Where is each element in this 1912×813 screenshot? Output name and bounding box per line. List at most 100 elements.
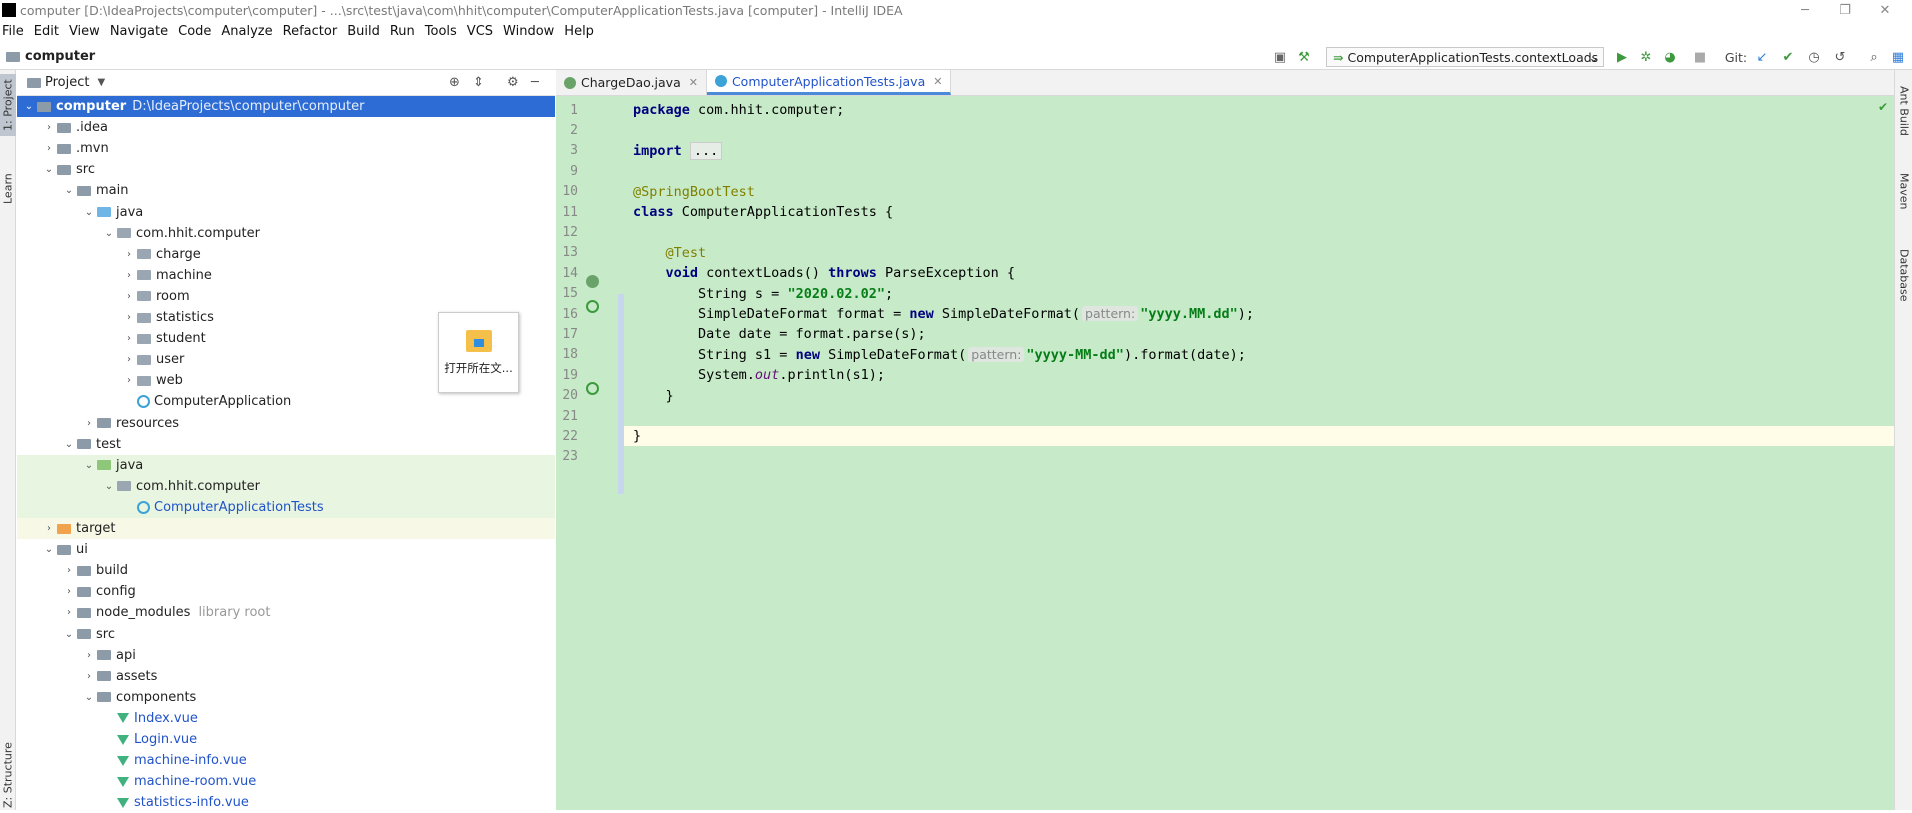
tree-item[interactable]: ⌄ computer D:\IdeaProjects\computer\comput… (17, 96, 555, 117)
tree-item[interactable]: › room (17, 286, 555, 307)
git-rollback-icon[interactable]: ↺ (1832, 49, 1848, 65)
chevron-right-icon[interactable]: › (61, 607, 77, 618)
chevron-down-icon[interactable]: ⌄ (101, 228, 117, 239)
close-icon[interactable]: ✕ (1865, 0, 1905, 20)
menu-file[interactable]: File (2, 24, 24, 39)
project-structure-icon[interactable]: ▣ (1272, 49, 1288, 65)
code-line[interactable]: 9 (556, 161, 1894, 181)
menu-tools[interactable]: Tools (425, 24, 457, 39)
chevron-right-icon[interactable]: › (81, 418, 97, 429)
restore-icon[interactable]: ❐ (1825, 0, 1865, 20)
code-line[interactable]: 13 @Test (556, 243, 1894, 263)
run-with-coverage-icon[interactable]: ◕ (1662, 49, 1678, 65)
close-tab-icon[interactable]: ✕ (689, 76, 698, 89)
chevron-down-icon[interactable]: ⌄ (41, 544, 57, 555)
tab-structure[interactable]: Z: Structure (0, 740, 16, 810)
chevron-right-icon[interactable]: › (41, 523, 57, 534)
git-update-icon[interactable]: ↙ (1754, 49, 1770, 65)
editor-tab[interactable]: ComputerApplicationTests.java ✕ (706, 70, 952, 95)
tab-project[interactable]: 1: Project (0, 74, 16, 136)
locate-icon[interactable]: ⊕ (449, 75, 460, 90)
tree-item[interactable]: ⌄ com.hhit.computer (17, 223, 555, 244)
chevron-right-icon[interactable]: › (41, 122, 57, 133)
menu-analyze[interactable]: Analyze (221, 24, 272, 39)
tab-maven[interactable]: Maven (1896, 166, 1912, 216)
chevron-down-icon[interactable]: ⌄ (21, 101, 37, 112)
tree-item[interactable]: ⌄ java (17, 454, 555, 476)
tab-database[interactable]: Database (1896, 240, 1912, 310)
chevron-down-icon[interactable]: ⌄ (61, 439, 77, 450)
chevron-right-icon[interactable]: › (81, 650, 97, 661)
menu-help[interactable]: Help (564, 24, 594, 39)
chevron-right-icon[interactable]: › (121, 291, 137, 302)
menu-navigate[interactable]: Navigate (110, 24, 168, 39)
code-line[interactable]: 1 package com.hhit.computer; (556, 100, 1894, 120)
chevron-right-icon[interactable]: › (41, 143, 57, 154)
code-line[interactable]: 17 Date date = format.parse(s); (556, 324, 1894, 344)
code-line[interactable]: 10 @SpringBootTest (556, 182, 1894, 202)
code-line[interactable]: 12 (556, 222, 1894, 242)
code-line[interactable]: 3 import ... (556, 141, 1894, 161)
code-line[interactable]: 2 (556, 120, 1894, 140)
tree-item[interactable]: › .mvn (17, 138, 555, 159)
run-test-class-icon[interactable] (586, 300, 599, 313)
tree-item[interactable]: › build (17, 560, 555, 581)
editor-tab[interactable]: ChargeDao.java ✕ (556, 70, 707, 95)
code-line[interactable]: 14 void contextLoads() throws ParseExcep… (556, 263, 1894, 283)
tree-item[interactable]: › charge (17, 244, 555, 265)
code-line[interactable]: 20 } (556, 386, 1894, 406)
menu-view[interactable]: View (69, 24, 100, 39)
tree-item[interactable]: › node_modules library root (17, 602, 555, 623)
tree-item[interactable]: › assets (17, 666, 555, 687)
search-icon[interactable]: ⌕ (1866, 49, 1882, 65)
tree-item[interactable]: › api (17, 645, 555, 666)
stop-icon[interactable]: ■ (1692, 49, 1708, 65)
tree-item[interactable]: › config (17, 581, 555, 602)
menu-refactor[interactable]: Refactor (283, 24, 338, 39)
chevron-right-icon[interactable]: › (121, 249, 137, 260)
tree-item[interactable]: ⌄ com.hhit.computer (17, 475, 555, 497)
tab-learn[interactable]: Learn (0, 166, 16, 212)
chevron-right-icon[interactable]: › (61, 586, 77, 597)
hide-icon[interactable]: ─ (531, 75, 539, 90)
tree-item[interactable]: ⌄ test (17, 434, 555, 455)
build-hammer-icon[interactable]: ⚒ (1296, 49, 1312, 65)
minimize-icon[interactable]: ─ (1785, 0, 1825, 20)
menu-vcs[interactable]: VCS (467, 24, 493, 39)
open-folder-popup[interactable]: 打开所在文... (438, 312, 519, 393)
code-line[interactable]: 18 String s1 = new SimpleDateFormat(patt… (556, 345, 1894, 365)
menu-edit[interactable]: Edit (34, 24, 59, 39)
chevron-right-icon[interactable]: › (81, 671, 97, 682)
chevron-down-icon[interactable]: ⌄ (41, 164, 57, 175)
debug-icon[interactable]: ✲ (1638, 49, 1654, 65)
code-line[interactable]: 16 SimpleDateFormat format = new SimpleD… (556, 304, 1894, 324)
chevron-right-icon[interactable]: › (121, 375, 137, 386)
tree-item[interactable]: ⌄ components (17, 687, 555, 708)
project-view-select[interactable]: Project (45, 75, 89, 90)
tree-item[interactable]: ⌄ main (17, 180, 555, 201)
tree-item[interactable]: ComputerApplication (17, 391, 555, 412)
chevron-right-icon[interactable]: › (121, 333, 137, 344)
chevron-down-icon[interactable]: ⌄ (81, 692, 97, 703)
menu-run[interactable]: Run (390, 24, 415, 39)
tree-item[interactable]: ⌄ ui (17, 539, 555, 560)
chevron-right-icon[interactable]: › (121, 270, 137, 281)
menu-code[interactable]: Code (178, 24, 211, 39)
chevron-down-icon[interactable]: ⌄ (81, 207, 97, 218)
chevron-down-icon[interactable]: ⌄ (61, 629, 77, 640)
run-configuration-select[interactable]: ⇛ ComputerApplicationTests.contextLoads … (1326, 47, 1604, 67)
git-history-icon[interactable]: ◷ (1806, 49, 1822, 65)
close-tab-icon[interactable]: ✕ (933, 75, 942, 88)
tree-item[interactable]: › .idea (17, 117, 555, 138)
chevron-right-icon[interactable]: › (121, 354, 137, 365)
layout-icon[interactable]: ▦ (1890, 49, 1906, 65)
chevron-down-icon[interactable]: ⌄ (101, 481, 117, 492)
tab-ant-build[interactable]: Ant Build (1896, 76, 1912, 146)
code-line[interactable]: 22} (562, 426, 1894, 447)
tree-item[interactable]: machine-info.vue (17, 750, 555, 771)
menu-window[interactable]: Window (503, 24, 554, 39)
tree-item[interactable]: ⌄ src (17, 624, 555, 645)
git-commit-icon[interactable]: ✔ (1780, 49, 1796, 65)
tree-item[interactable]: ⌄ src (17, 159, 555, 180)
run-icon[interactable]: ▶ (1614, 49, 1630, 65)
